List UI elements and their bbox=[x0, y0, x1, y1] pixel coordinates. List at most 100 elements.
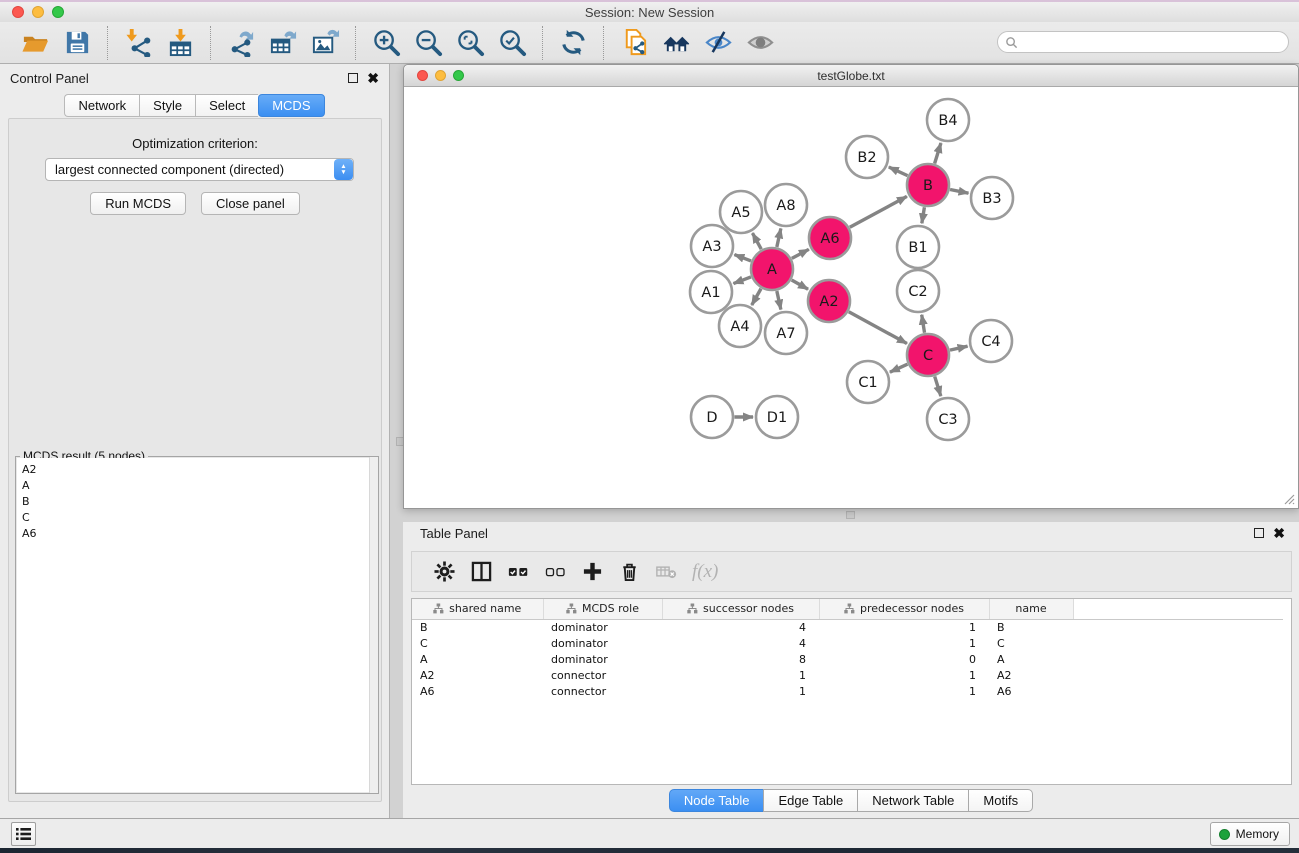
task-history-button[interactable] bbox=[11, 822, 36, 846]
tab-network[interactable]: Network bbox=[64, 94, 139, 117]
result-list-item[interactable]: A6 bbox=[17, 525, 377, 541]
import-table-button[interactable] bbox=[159, 25, 201, 61]
zoom-network-window-button[interactable] bbox=[453, 70, 464, 81]
delete-column-button[interactable] bbox=[611, 555, 648, 589]
toggle-preview-button[interactable] bbox=[739, 25, 781, 61]
close-table-panel-icon[interactable]: ✖ bbox=[1273, 528, 1285, 538]
tab-edge-table[interactable]: Edge Table bbox=[763, 789, 857, 812]
table-row[interactable]: A6connector11A6 bbox=[412, 683, 1283, 699]
graph-node-B4[interactable]: B4 bbox=[927, 99, 969, 141]
graph-edge-B-B1[interactable] bbox=[922, 207, 925, 223]
graph-node-A5[interactable]: A5 bbox=[720, 191, 762, 233]
graph-edge-A-A7[interactable] bbox=[777, 291, 781, 310]
graph-node-A4[interactable]: A4 bbox=[719, 305, 761, 347]
column-header-name[interactable]: name bbox=[989, 599, 1073, 619]
result-list-item[interactable]: B bbox=[17, 493, 377, 509]
float-panel-icon[interactable] bbox=[348, 73, 358, 83]
graph-edge-C-C1[interactable] bbox=[890, 364, 908, 372]
resize-grip-icon[interactable] bbox=[1282, 492, 1295, 505]
table-row[interactable]: Adominator80A bbox=[412, 651, 1283, 667]
import-network-button[interactable] bbox=[117, 25, 159, 61]
graph-node-D[interactable]: D bbox=[691, 396, 733, 438]
graph-edge-A2-C[interactable] bbox=[849, 312, 907, 344]
search-field[interactable] bbox=[997, 31, 1289, 53]
float-table-panel-icon[interactable] bbox=[1254, 528, 1264, 538]
zoom-in-button[interactable] bbox=[365, 25, 407, 61]
open-session-button[interactable] bbox=[14, 25, 56, 61]
graph-node-C4[interactable]: C4 bbox=[970, 320, 1012, 362]
tab-select[interactable]: Select bbox=[195, 94, 258, 117]
home-button[interactable] bbox=[655, 25, 697, 61]
tab-mcds[interactable]: MCDS bbox=[258, 94, 324, 117]
graph-edge-C-C4[interactable] bbox=[950, 346, 968, 350]
table-row[interactable]: Bdominator41B bbox=[412, 619, 1283, 635]
add-column-button[interactable] bbox=[574, 555, 611, 589]
table-row[interactable]: A2connector11A2 bbox=[412, 667, 1283, 683]
network-canvas[interactable]: B4B2BB3A8A5A6A3B1AC2A1A2A4A7C4CC1DD1C3 bbox=[405, 87, 1297, 507]
graph-node-C1[interactable]: C1 bbox=[847, 361, 889, 403]
table-settings-button[interactable] bbox=[426, 555, 463, 589]
close-panel-button[interactable]: Close panel bbox=[201, 192, 300, 215]
graph-node-A3[interactable]: A3 bbox=[691, 225, 733, 267]
graph-node-B3[interactable]: B3 bbox=[971, 177, 1013, 219]
graph-edge-B-B3[interactable] bbox=[950, 189, 968, 193]
close-window-button[interactable] bbox=[12, 6, 24, 18]
graph-node-A8[interactable]: A8 bbox=[765, 184, 807, 226]
tab-style[interactable]: Style bbox=[139, 94, 195, 117]
node-table[interactable]: shared nameMCDS rolesuccessor nodesprede… bbox=[411, 598, 1292, 785]
graph-node-A6[interactable]: A6 bbox=[809, 217, 851, 259]
graph-edge-A-A8[interactable] bbox=[777, 228, 781, 247]
show-graphics-details-button[interactable] bbox=[697, 25, 739, 61]
criterion-dropdown[interactable]: largest connected component (directed) ▲… bbox=[45, 158, 354, 181]
zoom-window-button[interactable] bbox=[52, 6, 64, 18]
column-header-shared-name[interactable]: shared name bbox=[412, 599, 543, 619]
minimize-network-window-button[interactable] bbox=[435, 70, 446, 81]
select-all-button[interactable] bbox=[500, 555, 537, 589]
graph-edge-C-C2[interactable] bbox=[922, 315, 925, 333]
tab-node-table[interactable]: Node Table bbox=[669, 789, 764, 812]
minimize-window-button[interactable] bbox=[32, 6, 44, 18]
graph-edge-B-B2[interactable] bbox=[889, 167, 908, 176]
export-image-button[interactable] bbox=[304, 25, 346, 61]
graph-edge-C-C3[interactable] bbox=[935, 376, 941, 396]
graph-node-A1[interactable]: A1 bbox=[690, 271, 732, 313]
graph-edge-A-A1[interactable] bbox=[733, 277, 750, 284]
search-input[interactable] bbox=[1022, 33, 1288, 51]
export-network-button[interactable] bbox=[220, 25, 262, 61]
graph-node-B2[interactable]: B2 bbox=[846, 136, 888, 178]
table-row[interactable]: Cdominator41C bbox=[412, 635, 1283, 651]
graph-edge-A-A6[interactable] bbox=[792, 249, 809, 258]
graph-edge-A6-B[interactable] bbox=[850, 196, 907, 227]
result-list-item[interactable]: C bbox=[17, 509, 377, 525]
result-list-item[interactable]: A bbox=[17, 477, 377, 493]
refresh-button[interactable] bbox=[552, 25, 594, 61]
close-panel-icon[interactable]: ✖ bbox=[367, 73, 379, 83]
close-network-window-button[interactable] bbox=[417, 70, 428, 81]
graph-edge-A-A2[interactable] bbox=[792, 280, 808, 289]
zoom-selected-button[interactable] bbox=[491, 25, 533, 61]
run-mcds-button[interactable]: Run MCDS bbox=[90, 192, 186, 215]
network-window-titlebar[interactable]: testGlobe.txt bbox=[404, 65, 1298, 87]
zoom-fit-button[interactable] bbox=[449, 25, 491, 61]
graph-node-A[interactable]: A bbox=[751, 248, 793, 290]
column-header-predecessor-nodes[interactable]: predecessor nodes bbox=[819, 599, 989, 619]
deselect-all-button[interactable] bbox=[537, 555, 574, 589]
graph-edge-A-A4[interactable] bbox=[752, 289, 761, 305]
graph-node-A2[interactable]: A2 bbox=[808, 280, 850, 322]
graph-edge-B-B4[interactable] bbox=[935, 143, 941, 164]
zoom-out-button[interactable] bbox=[407, 25, 449, 61]
tab-network-table[interactable]: Network Table bbox=[857, 789, 968, 812]
save-session-button[interactable] bbox=[56, 25, 98, 61]
column-header-MCDS-role[interactable]: MCDS role bbox=[543, 599, 662, 619]
memory-button[interactable]: Memory bbox=[1210, 822, 1290, 846]
result-list-scrollbar[interactable] bbox=[369, 457, 378, 793]
graph-node-C[interactable]: C bbox=[907, 334, 949, 376]
graph-node-C3[interactable]: C3 bbox=[927, 398, 969, 440]
graph-edge-A-A3[interactable] bbox=[734, 255, 751, 261]
export-table-button[interactable] bbox=[262, 25, 304, 61]
clone-network-button[interactable] bbox=[613, 25, 655, 61]
graph-node-C2[interactable]: C2 bbox=[897, 270, 939, 312]
graph-edge-A-A5[interactable] bbox=[752, 233, 761, 249]
graph-node-A7[interactable]: A7 bbox=[765, 312, 807, 354]
toggle-panes-button[interactable] bbox=[463, 555, 500, 589]
